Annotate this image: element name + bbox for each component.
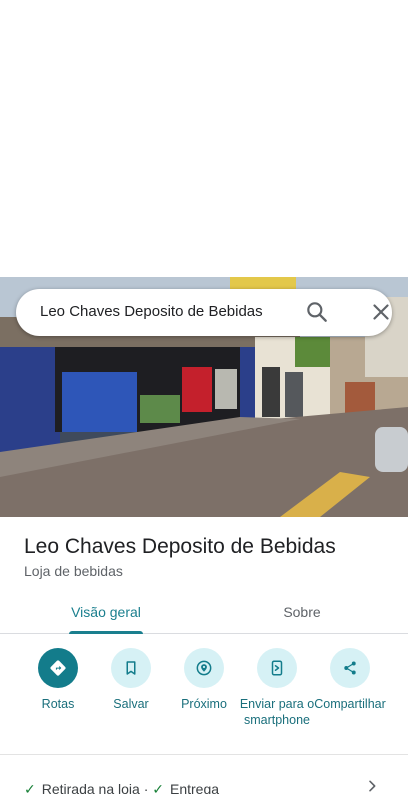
close-icon[interactable] — [368, 299, 394, 325]
search-bar[interactable]: Leo Chaves Deposito de Bebidas — [16, 289, 392, 336]
place-title: Leo Chaves Deposito de Bebidas — [24, 535, 336, 558]
service-delivery: Entrega — [169, 781, 220, 794]
bookmark-icon — [111, 648, 151, 688]
send-to-phone-label: Enviar para o smartphone — [239, 697, 315, 727]
nearby-icon — [184, 648, 224, 688]
directions-icon — [38, 648, 78, 688]
directions-label: Rotas — [41, 697, 75, 711]
section-divider — [0, 754, 408, 755]
service-options-row[interactable]: ✓ Retirada na loja · ✓ Entrega — [24, 781, 219, 794]
send-to-phone-icon — [257, 648, 297, 688]
share-icon — [330, 648, 370, 688]
share-label: Compartilhar — [314, 697, 386, 711]
send-to-phone-button[interactable]: Enviar para o smartphone — [237, 648, 317, 728]
nearby-label: Próximo — [181, 697, 227, 711]
check-icon: ✓ — [152, 781, 164, 794]
tab-about[interactable]: Sobre — [236, 590, 368, 634]
tab-overview[interactable]: Visão geral — [40, 590, 172, 634]
tab-bar: Visão geral Sobre — [0, 590, 408, 634]
share-button[interactable]: Compartilhar — [310, 648, 390, 712]
service-separator: · — [143, 781, 149, 794]
place-category: Loja de bebidas — [24, 563, 123, 579]
save-button[interactable]: Salvar — [91, 648, 171, 712]
service-pickup: Retirada na loja — [41, 781, 140, 794]
chevron-right-icon[interactable] — [364, 778, 380, 794]
check-icon: ✓ — [24, 781, 36, 794]
map-blank-area — [0, 0, 408, 277]
search-input[interactable]: Leo Chaves Deposito de Bebidas — [40, 303, 263, 320]
save-label: Salvar — [113, 697, 149, 711]
directions-button[interactable]: Rotas — [18, 648, 98, 712]
search-icon[interactable] — [304, 299, 330, 325]
active-tab-indicator — [69, 631, 143, 634]
action-buttons: Rotas Salvar Próximo Enviar para o smart… — [0, 648, 408, 748]
nearby-button[interactable]: Próximo — [164, 648, 244, 712]
